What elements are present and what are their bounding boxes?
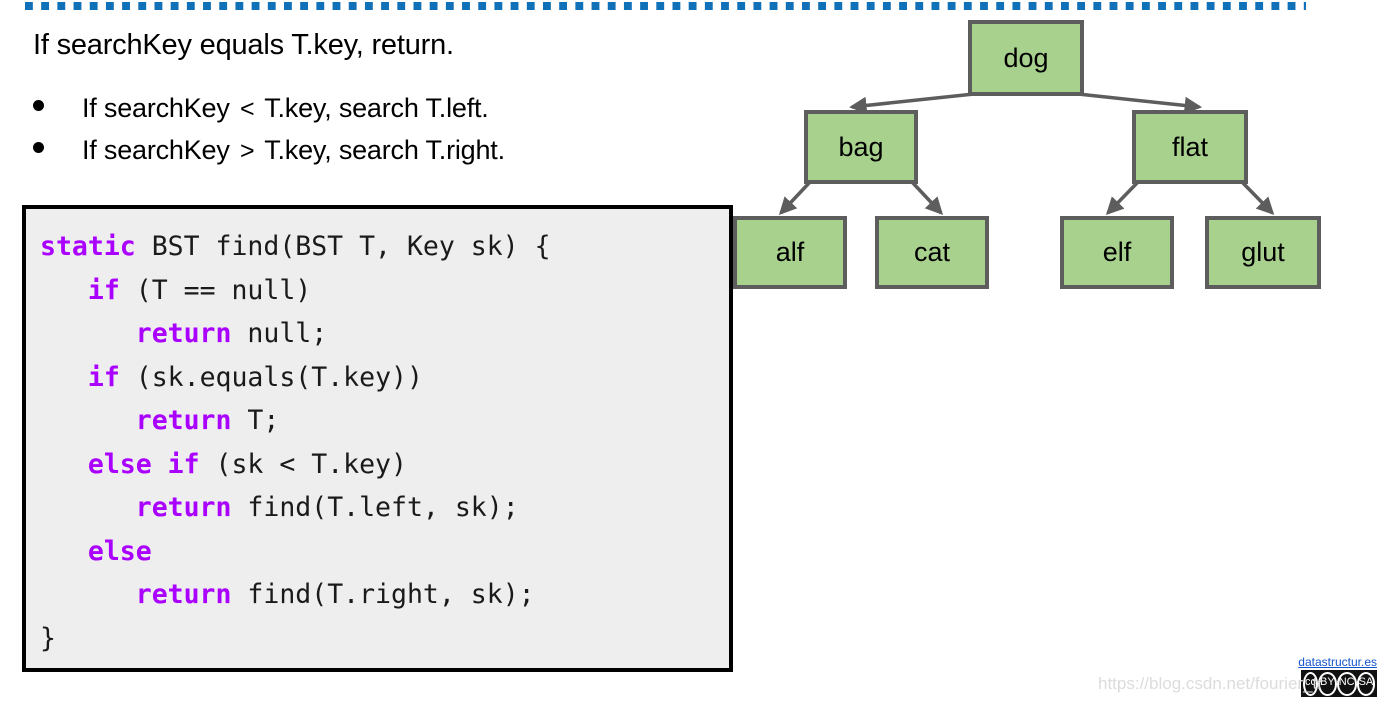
tree-node-label: dog — [1003, 42, 1049, 73]
code-text: T; — [231, 405, 280, 436]
code-keyword: return — [135, 579, 232, 610]
code-content: static BST find(BST T, Key sk) { if (T =… — [26, 209, 729, 660]
code-keyword: else — [87, 535, 152, 567]
tree-node-label: alf — [775, 237, 805, 267]
code-keyword: return — [135, 492, 232, 523]
list-item-prefix: If searchKey — [82, 93, 237, 123]
tree-node-glut: glut — [1205, 216, 1321, 289]
tree-node-flat: flat — [1132, 110, 1248, 184]
code-block: static BST find(BST T, Key sk) { if (T =… — [22, 205, 733, 672]
csdn-watermark: https://blog.csdn.net/fourier_tr — [1098, 674, 1323, 693]
tree-node-elf: elf — [1060, 216, 1174, 289]
tree-edge-bag-alf — [778, 180, 812, 216]
page-title: If searchKey equals T.key, return. — [33, 29, 454, 61]
code-text: BST find(BST T, Key sk) { — [135, 231, 551, 262]
list-item: If searchKey > T.key, search T.right. — [33, 135, 505, 166]
tree-node-label: flat — [1171, 131, 1209, 162]
list-item: If searchKey < T.key, search T.left. — [33, 93, 489, 124]
tree-edge-dog-flat — [1077, 92, 1203, 115]
list-item-label: If searchKey < T.key, search T.left. — [82, 93, 489, 124]
tree-edge-dog-bag — [849, 92, 975, 115]
code-text: find(T.left, sk); — [231, 492, 519, 523]
credit-link[interactable]: datastructur.es — [1298, 655, 1377, 669]
less-than-operator: < — [239, 95, 255, 123]
list-item-prefix: If searchKey — [82, 135, 237, 165]
tree-edge-flat-glut — [1240, 180, 1275, 216]
cc-symbol-nc: NC — [1336, 671, 1357, 696]
tree-node-bag: bag — [804, 110, 918, 184]
greater-than-operator: > — [239, 137, 255, 165]
code-keyword: static — [40, 231, 136, 262]
bullet-dot-icon — [33, 142, 44, 153]
list-item-label: If searchKey > T.key, search T.right. — [82, 135, 505, 166]
list-item-suffix: T.key, search T.left. — [257, 93, 489, 123]
tree-edge-flat-elf — [1105, 180, 1140, 216]
cc-symbol-sa: SA — [1356, 671, 1376, 696]
code-keyword: if — [87, 274, 120, 306]
tree-node-label: cat — [913, 237, 951, 267]
list-item-suffix: T.key, search T.right. — [257, 135, 505, 165]
tree-edge-bag-cat — [910, 180, 944, 216]
code-keyword: return — [135, 318, 232, 349]
code-text: (sk.equals(T.key)) — [119, 361, 423, 393]
top-dashed-rule — [25, 2, 1306, 10]
code-text: (T == null) — [119, 274, 312, 306]
code-keyword: else if — [87, 448, 200, 480]
code-text: (sk < T.key) — [199, 448, 407, 480]
code-keyword: return — [135, 405, 232, 436]
tree-node-label: glut — [1241, 237, 1285, 267]
bullet-dot-icon — [33, 100, 44, 111]
tree-node-cat: cat — [875, 216, 989, 289]
code-text: } — [40, 622, 56, 654]
code-text: null; — [231, 318, 328, 349]
code-keyword: if — [87, 361, 120, 393]
tree-node-label: bag — [838, 131, 884, 162]
tree-node-alf: alf — [733, 216, 847, 289]
tree-node-dog: dog — [968, 20, 1084, 96]
code-text: find(T.right, sk); — [231, 579, 535, 610]
tree-node-label: elf — [1102, 237, 1132, 267]
